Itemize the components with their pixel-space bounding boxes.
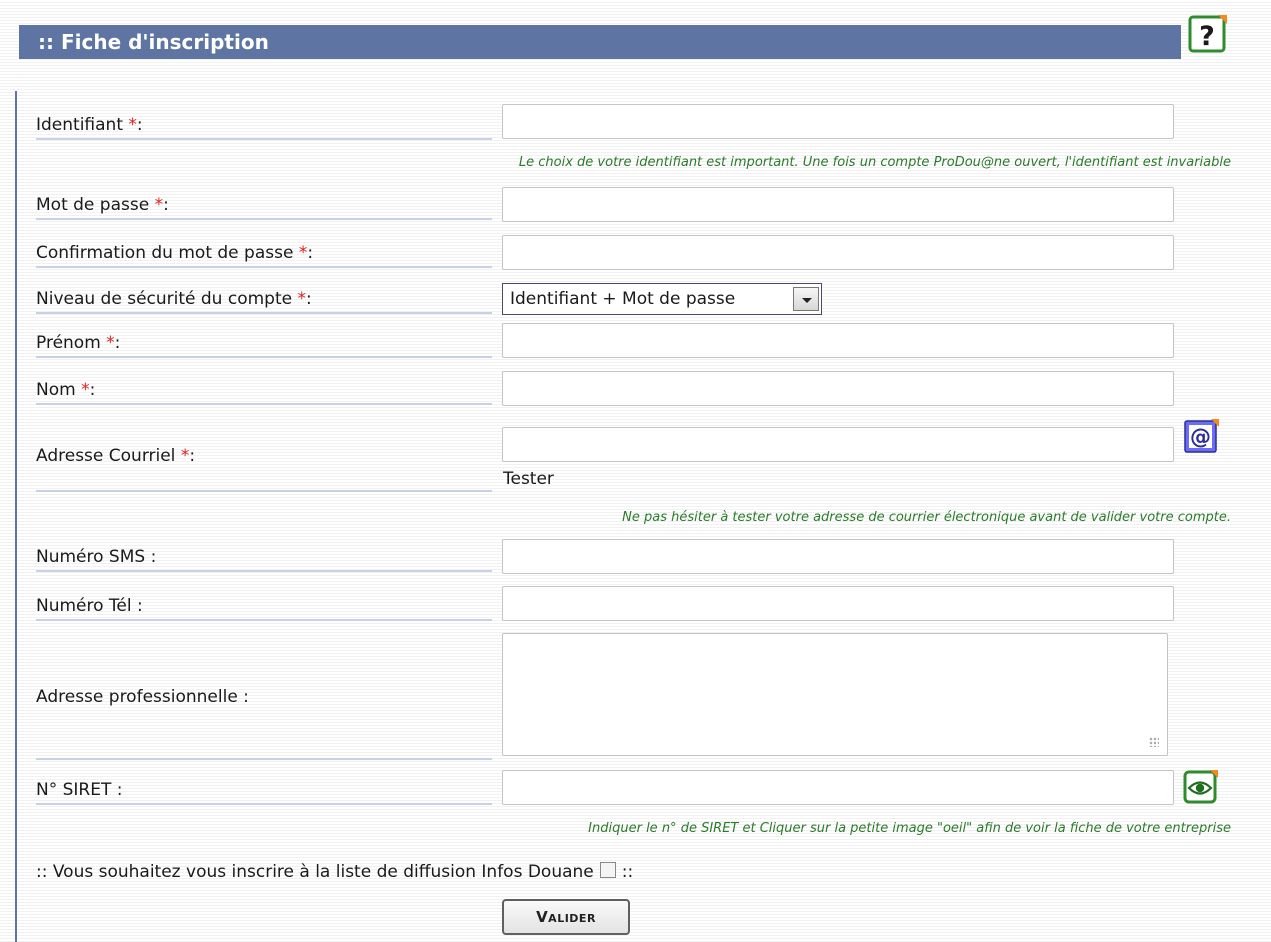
password-confirm-input[interactable] bbox=[502, 235, 1174, 270]
security-level-label: Niveau de sécurité du compte *: bbox=[36, 284, 492, 314]
svg-text:@: @ bbox=[1190, 425, 1211, 449]
submit-button[interactable]: Valider bbox=[502, 899, 630, 935]
address-label: Adresse professionnelle : bbox=[36, 682, 492, 760]
security-level-value: Identifiant + Mot de passe bbox=[510, 289, 736, 309]
address-textarea[interactable] bbox=[502, 633, 1168, 756]
first-name-label: Prénom *: bbox=[36, 328, 492, 358]
siret-hint: Indiquer le n° de SIRET et Cliquer sur l… bbox=[588, 821, 1231, 836]
form-left-border bbox=[15, 91, 17, 942]
newsletter-checkbox[interactable] bbox=[599, 862, 616, 878]
identifiant-hint: Le choix de votre identifiant est import… bbox=[518, 155, 1231, 170]
siret-label: N° SIRET : bbox=[36, 775, 492, 805]
resize-grip-icon[interactable] bbox=[1149, 737, 1159, 747]
password-input[interactable] bbox=[502, 187, 1174, 222]
security-level-select[interactable]: Identifiant + Mot de passe bbox=[502, 283, 822, 315]
sms-label: Numéro SMS : bbox=[36, 542, 492, 572]
help-question-icon[interactable]: ? bbox=[1188, 13, 1229, 54]
email-hint: Ne pas hésiter à tester votre adresse de… bbox=[622, 510, 1231, 525]
last-name-label: Nom *: bbox=[36, 375, 492, 405]
siret-input[interactable] bbox=[502, 770, 1174, 805]
test-email-link[interactable]: Tester bbox=[503, 469, 554, 489]
last-name-input[interactable] bbox=[502, 371, 1174, 406]
newsletter-row: :: Vous souhaitez vous inscrire à la lis… bbox=[36, 862, 633, 882]
newsletter-suffix: :: bbox=[621, 862, 634, 882]
password-confirm-label: Confirmation du mot de passe *: bbox=[36, 238, 492, 268]
phone-input[interactable] bbox=[502, 586, 1174, 621]
newsletter-label: :: Vous souhaitez vous inscrire à la lis… bbox=[36, 862, 594, 882]
page-title: :: Fiche d'inscription bbox=[19, 25, 1181, 59]
phone-label: Numéro Tél : bbox=[36, 591, 492, 621]
identifiant-input[interactable] bbox=[502, 104, 1174, 139]
chevron-down-icon[interactable] bbox=[793, 287, 819, 311]
first-name-input[interactable] bbox=[502, 323, 1174, 358]
email-label: Adresse Courriel *: bbox=[36, 440, 492, 492]
identifiant-label: Identifiant *: bbox=[36, 110, 492, 140]
email-at-icon[interactable]: @ bbox=[1184, 418, 1220, 454]
email-input[interactable] bbox=[502, 427, 1174, 462]
eye-icon[interactable] bbox=[1183, 769, 1219, 805]
sms-input[interactable] bbox=[502, 539, 1174, 574]
svg-text:?: ? bbox=[1199, 21, 1215, 52]
password-label: Mot de passe *: bbox=[36, 190, 492, 220]
